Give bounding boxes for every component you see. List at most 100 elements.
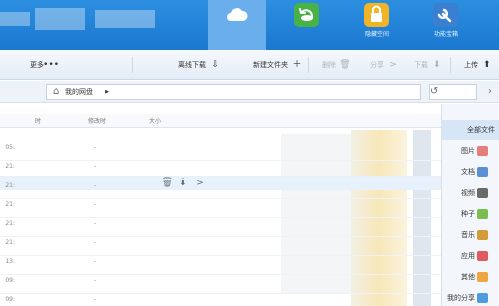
sidebar-item-label: 文档 <box>461 168 475 176</box>
file-list: 大小 修改时 时 🗑 ⬇ < 05: -21: -21: -21: -21: -21: -1… <box>0 104 441 306</box>
share-icon: < <box>389 59 397 70</box>
modified-column-header[interactable]: 修改时 <box>88 116 106 125</box>
sidebar-item-music[interactable]: 音乐 <box>441 225 499 245</box>
modified-time-cell: 21: <box>5 182 15 189</box>
recycle-tile[interactable] <box>278 0 336 50</box>
hidden-space-tile[interactable]: 隐藏空间 <box>348 0 406 50</box>
new-folder-button[interactable]: ＋ 新建文件夹 <box>253 58 303 72</box>
tool-box-label: 功能宝箱 <box>433 31 458 38</box>
download-icon: ⬇ <box>433 59 441 70</box>
cloud-disk-tile[interactable] <box>208 0 266 50</box>
size-cell: - <box>93 144 96 151</box>
sidebar-item-label: 视频 <box>461 189 475 197</box>
address-bar: ‹ ↻ ⌂ 我的网盘 ▶ <box>0 81 499 103</box>
size-cell: - <box>93 258 96 265</box>
sidebar-item-others[interactable]: 其他 <box>441 267 499 287</box>
table-row[interactable]: 13: - <box>0 256 441 275</box>
table-row[interactable]: 09: - <box>0 294 441 306</box>
more-button[interactable]: •••更多 <box>30 58 59 72</box>
hidden-space-label: 隐藏空间 <box>364 31 389 38</box>
sidebar-item-all-files[interactable]: 全部文件 <box>441 120 499 140</box>
recycle-icon <box>294 3 321 27</box>
sidebar-item-torrents[interactable]: 种子 <box>441 204 499 224</box>
delete-button[interactable]: 🗑删除 <box>322 58 351 72</box>
offline-download-icon: ⇩ <box>211 59 219 70</box>
path-separator: ▶ <box>105 89 109 95</box>
tool-box-tile[interactable]: 功能宝箱 <box>417 0 475 50</box>
table-row[interactable]: 21: - <box>0 218 441 237</box>
sidebar-item-images[interactable]: 图片 <box>441 141 499 161</box>
size-cell: - <box>93 201 96 208</box>
download-label: 下载 <box>414 61 428 69</box>
table-row[interactable]: 21: - <box>0 161 441 180</box>
upload-icon: ⬆ <box>483 59 491 70</box>
share-button[interactable]: < 分享 <box>370 58 399 72</box>
size-cell: - <box>93 220 96 227</box>
wrench-icon <box>433 3 460 27</box>
share-label: 分享 <box>370 61 384 69</box>
size-column-header[interactable]: 大小 <box>149 116 161 125</box>
sidebar: 全部文件 图片 文档 视频 种子 音乐 应用 其他 我的分享 <box>441 104 499 306</box>
toolbar: ⬆ 上传 ⬇ 下载 < 分享 🗑删除 ＋ 新建文件夹 ⇩ 离线下载 •••更多 <box>0 50 499 80</box>
size-cell: - <box>93 182 96 189</box>
sidebar-item-label: 全部文件 <box>467 126 495 134</box>
top-header: 功能宝箱 隐藏空间 <box>0 0 499 50</box>
trash-icon: 🗑 <box>339 59 351 70</box>
path-label: 我的网盘 <box>65 88 93 96</box>
table-row[interactable]: 21: - <box>0 199 441 218</box>
modified-time-cell: 09: <box>5 277 15 284</box>
toolbar-divider <box>308 57 309 73</box>
modified-time-cell: 09: <box>5 296 15 303</box>
sidebar-item-videos[interactable]: 视频 <box>441 183 499 203</box>
download-button[interactable]: ⬇ 下载 <box>414 58 443 72</box>
modified-time-cell: 13: <box>5 258 15 265</box>
sidebar-item-documents[interactable]: 文档 <box>441 162 499 182</box>
modified-time-cell: 05: <box>5 144 15 151</box>
document-icon <box>477 167 488 177</box>
size-cell: - <box>93 296 96 303</box>
offline-download-label: 离线下载 <box>178 61 206 69</box>
path-box[interactable]: ⌂ 我的网盘 ▶ <box>46 84 421 100</box>
sidebar-item-label: 应用 <box>461 252 475 260</box>
new-folder-icon: ＋ <box>292 59 302 70</box>
refresh-icon[interactable]: ↻ <box>427 85 441 99</box>
more-label: 更多 <box>30 61 44 69</box>
sidebar-item-label: 图片 <box>461 147 475 155</box>
music-icon <box>477 230 488 240</box>
lock-icon <box>364 3 391 27</box>
table-row[interactable]: 21: - <box>0 180 441 199</box>
table-row[interactable]: 21: - <box>0 237 441 256</box>
sidebar-item-apps[interactable]: 应用 <box>441 246 499 266</box>
delete-label: 删除 <box>322 61 336 69</box>
modified-time-cell: 21: <box>5 220 15 227</box>
more-dots-icon: ••• <box>43 59 59 70</box>
column-header-blurred[interactable]: 时 <box>35 116 41 125</box>
modified-time-cell: 21: <box>5 163 15 170</box>
app-icon <box>477 251 488 261</box>
bt-icon <box>477 209 488 219</box>
toolbar-divider <box>132 57 133 73</box>
sidebar-item-label: 我的分享 <box>447 294 475 302</box>
sidebar-item-my-shares[interactable]: 我的分享 <box>441 288 499 306</box>
offline-download-button[interactable]: ⇩ 离线下载 <box>178 58 221 72</box>
column-header: 大小 修改时 时 <box>0 114 441 128</box>
back-icon[interactable]: ‹ <box>483 85 497 99</box>
sidebar-item-label: 种子 <box>461 210 475 218</box>
size-cell: - <box>93 239 96 246</box>
upload-button[interactable]: ⬆ 上传 <box>464 58 493 72</box>
new-folder-label: 新建文件夹 <box>253 61 288 69</box>
toolbar-divider <box>450 57 451 73</box>
blurred-header-area <box>0 0 155 50</box>
size-cell: - <box>93 277 96 284</box>
table-row[interactable]: 05: - <box>0 142 441 161</box>
sidebar-item-label: 其他 <box>461 273 475 281</box>
image-icon <box>477 146 488 156</box>
table-row[interactable]: 09: - <box>0 275 441 294</box>
size-cell: - <box>93 163 96 170</box>
cloud-icon <box>224 3 251 27</box>
sidebar-item-label: 音乐 <box>461 231 475 239</box>
other-icon <box>477 272 488 282</box>
home-icon[interactable]: ⌂ <box>49 85 63 99</box>
video-icon <box>477 188 488 198</box>
upload-label: 上传 <box>464 61 478 69</box>
